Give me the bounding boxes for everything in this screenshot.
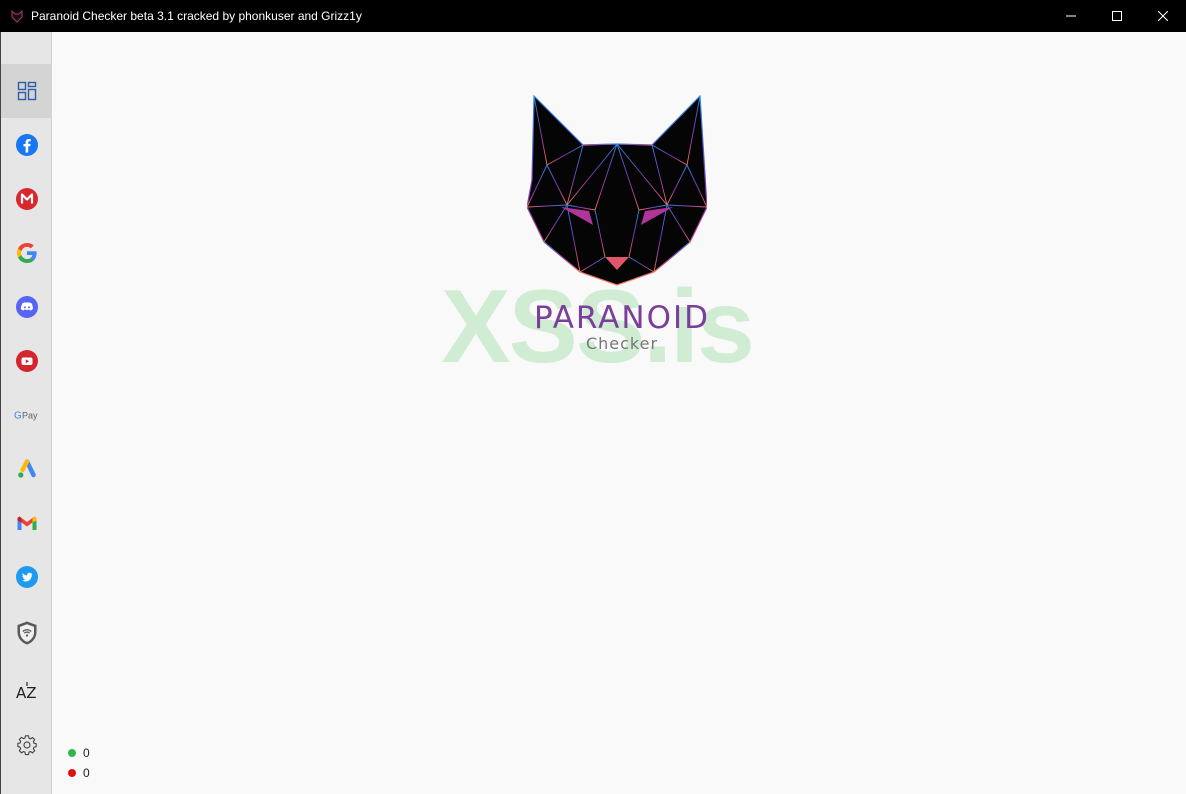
gear-icon [16, 735, 37, 756]
svg-text:G: G [14, 411, 22, 422]
sidebar-item-vpn[interactable] [1, 606, 52, 660]
gmail-icon [17, 516, 36, 530]
good-counter: 0 [68, 746, 90, 760]
sidebar-item-google-ads[interactable] [1, 442, 52, 496]
app-window: Paranoid Checker beta 3.1 cracked by pho… [0, 0, 1186, 794]
bad-count: 0 [83, 766, 90, 780]
sidebar-item-gpay[interactable]: G Pay [1, 388, 52, 442]
maximize-icon [1112, 11, 1122, 21]
mega-icon [15, 188, 38, 210]
sidebar-item-youtube[interactable] [1, 334, 52, 388]
vpn-shield-icon [17, 621, 36, 645]
sidebar-item-settings[interactable] [1, 718, 52, 772]
brand-subtitle: Checker [585, 334, 659, 353]
google-ads-icon [17, 459, 36, 478]
sidebar-nav: G Pay AZ [0, 32, 52, 794]
sort-az-icon: AZ [16, 682, 37, 702]
app-logo-icon [11, 9, 23, 23]
dashboard-icon [17, 81, 36, 101]
svg-text:Pay: Pay [22, 411, 38, 421]
google-icon [16, 243, 37, 263]
sidebar-item-discord[interactable] [1, 280, 52, 334]
twitter-icon [15, 566, 38, 588]
brand-name: PARANOID [533, 300, 710, 336]
window-title: Paranoid Checker beta 3.1 cracked by pho… [31, 9, 362, 23]
sidebar-item-dashboard[interactable] [1, 64, 52, 118]
sidebar-item-twitter[interactable] [1, 550, 52, 604]
youtube-icon [15, 350, 38, 372]
title-bar[interactable]: Paranoid Checker beta 3.1 cracked by pho… [0, 0, 1186, 32]
sidebar-item-sort[interactable]: AZ [1, 664, 52, 718]
close-icon [1158, 11, 1168, 21]
sidebar-item-gmail[interactable] [1, 496, 52, 550]
close-button[interactable] [1140, 0, 1186, 32]
main-content: XSS.is PARANOID Checker 0 0 [52, 32, 1186, 794]
sidebar-item-mega[interactable] [1, 172, 52, 226]
sidebar-item-facebook[interactable] [1, 118, 52, 172]
good-count: 0 [83, 746, 90, 760]
maximize-button[interactable] [1094, 0, 1140, 32]
good-status-dot [68, 749, 76, 757]
minimize-icon [1066, 15, 1076, 17]
gpay-icon: G Pay [14, 411, 38, 422]
facebook-icon [15, 134, 38, 156]
bad-counter: 0 [68, 766, 90, 780]
bad-status-dot [68, 769, 76, 777]
sidebar-item-google[interactable] [1, 226, 52, 280]
paranoid-cat-logo [527, 95, 707, 286]
minimize-button[interactable] [1048, 0, 1094, 32]
discord-icon [15, 296, 38, 318]
svg-text:AZ: AZ [16, 684, 37, 702]
